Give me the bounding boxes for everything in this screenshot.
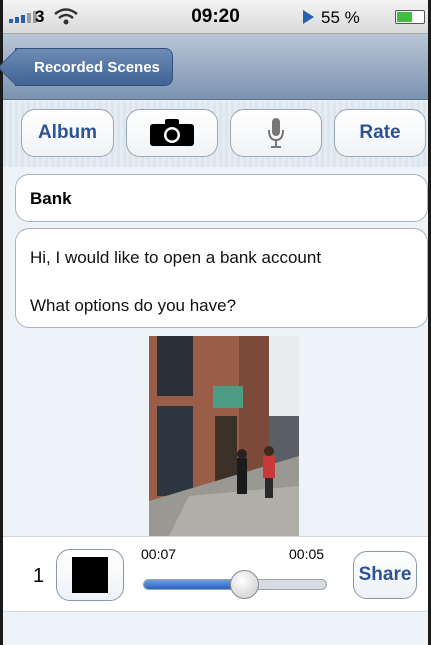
rate-button[interactable]: Rate xyxy=(334,109,426,157)
navigation-bar: Recorded Scenes xyxy=(3,34,428,100)
microphone-button[interactable] xyxy=(230,109,322,157)
stop-button[interactable] xyxy=(56,549,124,601)
audio-player: 1 00:07 00:05 Share xyxy=(3,536,428,612)
elapsed-time: 00:07 xyxy=(141,546,177,562)
camera-icon xyxy=(150,119,194,146)
dialogue-line: What options do you have? xyxy=(30,296,237,315)
battery-icon xyxy=(395,10,425,24)
scene-title-field[interactable]: Bank xyxy=(15,174,428,222)
recording-index: 1 xyxy=(33,565,45,587)
status-bar: 3 09:20 55 % xyxy=(3,0,428,34)
back-button[interactable]: Recorded Scenes xyxy=(15,48,173,86)
microphone-icon xyxy=(268,118,284,148)
street-photo-image xyxy=(149,336,299,536)
dialogue-line: Hi, I would like to open a bank account xyxy=(30,248,322,267)
scene-photo[interactable] xyxy=(149,336,299,536)
scene-toolbar: Album Rate xyxy=(3,101,428,167)
phone-screen: 3 09:20 55 % Recorded Scenes Album Rate … xyxy=(0,0,431,645)
battery-percent: 55 % xyxy=(321,8,360,27)
camera-button[interactable] xyxy=(126,109,218,157)
stop-icon xyxy=(72,557,108,593)
location-arrow-icon xyxy=(303,10,314,24)
scene-dialogue-field[interactable]: Hi, I would like to open a bank account … xyxy=(15,228,428,328)
remaining-time: 00:05 xyxy=(289,546,325,562)
clock: 09:20 xyxy=(191,6,240,27)
album-button[interactable]: Album xyxy=(21,109,114,157)
slider-thumb[interactable] xyxy=(229,570,259,599)
share-button[interactable]: Share xyxy=(353,551,417,599)
